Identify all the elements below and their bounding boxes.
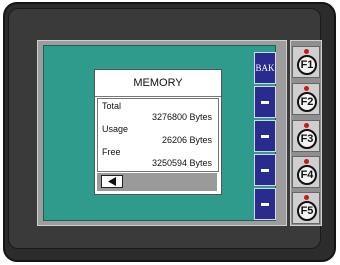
total-label: Total [102,101,122,111]
f5-key[interactable]: F5 [292,192,320,224]
led-indicator [304,123,309,128]
memory-info-panel: Total 3276800 Bytes Usage 26206 Bytes Fr… [97,98,219,172]
f3-key-label: F3 [297,129,317,149]
led-indicator [304,86,309,91]
back-button[interactable] [101,175,123,188]
f1-key[interactable]: F1 [292,46,320,78]
memory-window: MEMORY Total 3276800 Bytes Usage 26206 B… [94,69,222,195]
dash-icon [261,202,269,206]
led-indicator [304,49,309,54]
side-button-3[interactable] [254,120,276,152]
led-indicator [304,195,309,200]
f3-key[interactable]: F3 [292,120,320,152]
bak-button[interactable]: BAK [254,52,276,84]
f1-key-label: F1 [297,55,317,75]
left-arrow-icon [108,177,116,186]
led-indicator [304,159,309,164]
dash-icon [261,100,269,104]
window-footer [97,173,217,191]
f2-key-label: F2 [297,92,317,112]
total-value: 3276800 Bytes [151,112,212,122]
f5-key-label: F5 [297,201,317,221]
side-button-2[interactable] [254,86,276,118]
dash-icon [261,134,269,138]
f2-key[interactable]: F2 [292,83,320,115]
dash-icon [261,168,269,172]
usage-label: Usage [102,124,129,134]
side-button-4[interactable] [254,154,276,186]
side-button-5[interactable] [254,188,276,220]
window-title: MEMORY [95,70,221,97]
f4-key[interactable]: F4 [292,156,320,188]
usage-value: 26206 Bytes [161,135,212,145]
free-label: Free [102,147,121,157]
free-value: 3250594 Bytes [151,158,212,168]
f4-key-label: F4 [297,165,317,185]
